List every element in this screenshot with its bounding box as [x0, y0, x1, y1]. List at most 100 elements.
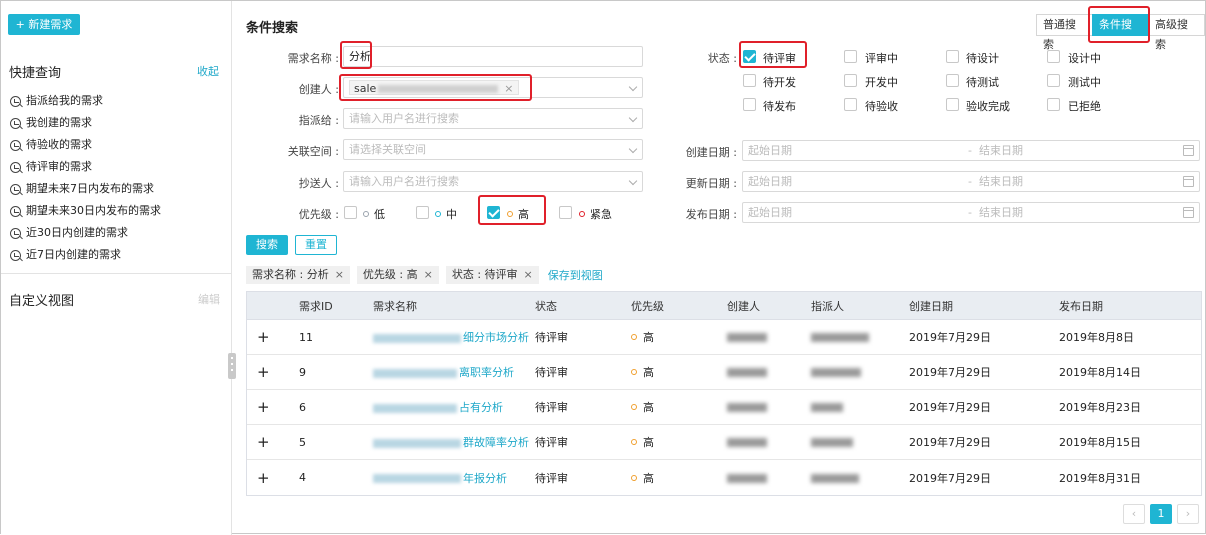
- status-option[interactable]: 设计中: [1068, 50, 1101, 66]
- quick-item[interactable]: 指派给我的需求: [10, 90, 161, 112]
- status-option[interactable]: 评审中: [865, 50, 898, 66]
- release-date-label: 发布日期 :: [685, 208, 737, 221]
- tab-advanced-search[interactable]: 高级搜索: [1148, 14, 1205, 51]
- save-to-view-link[interactable]: 保存到视图: [548, 267, 603, 283]
- status-option[interactable]: 测试中: [1068, 74, 1101, 90]
- prev-page-button[interactable]: ‹: [1123, 504, 1145, 524]
- cc-select[interactable]: 请输入用户名进行搜索: [343, 171, 643, 192]
- close-icon[interactable]: ×: [524, 268, 533, 281]
- table-row[interactable]: + 4 年报分析 待评审 高 2019年7月29日 2019年8月31日: [247, 460, 1201, 495]
- status-checkbox[interactable]: [743, 74, 756, 87]
- expand-icon[interactable]: +: [247, 469, 299, 487]
- search-icon: [10, 117, 21, 129]
- quick-item[interactable]: 近30日内创建的需求: [10, 222, 161, 244]
- requirement-name-link[interactable]: 细分市场分析: [373, 329, 535, 345]
- status-option[interactable]: 待发布: [763, 98, 796, 114]
- space-select[interactable]: 请选择关联空间: [343, 139, 643, 160]
- table-row[interactable]: + 9 离职率分析 待评审 高 2019年7月29日 2019年8月14日: [247, 355, 1201, 390]
- chevron-down-icon: [628, 144, 638, 154]
- status-checkbox[interactable]: [844, 50, 857, 63]
- status-option[interactable]: 待评审: [763, 50, 796, 66]
- search-mode-tabs: 普通搜索 条件搜索 高级搜索: [1036, 14, 1205, 51]
- status-checkbox[interactable]: [946, 50, 959, 63]
- col-header[interactable]: 创建人: [727, 298, 811, 314]
- status-option[interactable]: 开发中: [865, 74, 898, 90]
- calendar-icon[interactable]: [1183, 207, 1194, 218]
- quick-item[interactable]: 待评审的需求: [10, 156, 161, 178]
- tab-condition-search[interactable]: 条件搜索: [1092, 14, 1149, 51]
- release-date-range[interactable]: 起始日期 - 结束日期: [742, 202, 1200, 223]
- name-input[interactable]: 分析: [343, 46, 643, 67]
- quick-item[interactable]: 待验收的需求: [10, 134, 161, 156]
- close-icon[interactable]: ×: [335, 268, 344, 281]
- status-option[interactable]: 已拒绝: [1068, 98, 1101, 114]
- status-option[interactable]: 待验收: [865, 98, 898, 114]
- status-checkbox[interactable]: [946, 98, 959, 111]
- col-header[interactable]: 需求名称: [373, 298, 535, 314]
- chevron-down-icon: [628, 113, 638, 123]
- priority-high-label[interactable]: 高: [507, 206, 529, 222]
- status-checkbox[interactable]: [844, 74, 857, 87]
- assignee-select[interactable]: 请输入用户名进行搜索: [343, 108, 643, 129]
- status-option[interactable]: 验收完成: [966, 98, 1010, 114]
- creator-select[interactable]: sale ×: [343, 77, 643, 98]
- priority-urgent-checkbox[interactable]: [559, 206, 572, 219]
- priority-urgent-label[interactable]: 紧急: [579, 206, 612, 222]
- priority-low-label[interactable]: 低: [363, 206, 385, 222]
- table-row[interactable]: + 6 占有分析 待评审 高 2019年7月29日 2019年8月23日: [247, 390, 1201, 425]
- priority-high-checkbox[interactable]: [487, 206, 500, 219]
- expand-icon[interactable]: +: [247, 328, 299, 346]
- status-option[interactable]: 待开发: [763, 74, 796, 90]
- status-checkbox[interactable]: [1047, 98, 1060, 111]
- requirement-name-link[interactable]: 离职率分析: [373, 364, 535, 380]
- status-checkbox[interactable]: [1047, 74, 1060, 87]
- col-header[interactable]: 状态: [535, 298, 631, 314]
- table-row[interactable]: + 5 群故障率分析 待评审 高 2019年7月29日 2019年8月15日: [247, 425, 1201, 460]
- status-checkbox[interactable]: [743, 98, 756, 111]
- requirement-name-link[interactable]: 群故障率分析: [373, 434, 535, 450]
- table-row[interactable]: + 11 细分市场分析 待评审 高 2019年7月29日 2019年8月8日: [247, 320, 1201, 355]
- calendar-icon[interactable]: [1183, 176, 1194, 187]
- created-date-range[interactable]: 起始日期 - 结束日期: [742, 140, 1200, 161]
- collapse-link[interactable]: 收起: [197, 63, 219, 79]
- search-button[interactable]: 搜索: [246, 235, 288, 255]
- edit-link[interactable]: 编辑: [198, 291, 220, 307]
- assignee-label: 指派给 :: [298, 114, 339, 127]
- quick-item[interactable]: 期望未来7日内发布的需求: [10, 178, 161, 200]
- col-header[interactable]: 创建日期: [909, 298, 1059, 314]
- col-header[interactable]: 发布日期: [1059, 298, 1199, 314]
- quick-item[interactable]: 近7日内创建的需求: [10, 244, 161, 266]
- close-icon[interactable]: ×: [424, 268, 433, 281]
- col-header[interactable]: 指派人: [811, 298, 909, 314]
- status-checkbox[interactable]: [844, 98, 857, 111]
- new-requirement-button[interactable]: + 新建需求: [8, 14, 80, 35]
- col-header[interactable]: 需求ID: [299, 298, 373, 314]
- sidebar-resize-handle[interactable]: [228, 353, 236, 379]
- requirement-name-link[interactable]: 年报分析: [373, 470, 535, 486]
- quick-item[interactable]: 期望未来30日内发布的需求: [10, 200, 161, 222]
- status-checkbox[interactable]: [743, 50, 756, 63]
- quick-item[interactable]: 我创建的需求: [10, 112, 161, 134]
- expand-icon[interactable]: +: [247, 433, 299, 451]
- col-header[interactable]: 优先级: [631, 298, 727, 314]
- updated-date-range[interactable]: 起始日期 - 结束日期: [742, 171, 1200, 192]
- expand-icon[interactable]: +: [247, 363, 299, 381]
- priority-dot-icon: [363, 211, 369, 217]
- status-option[interactable]: 待设计: [966, 50, 999, 66]
- tab-normal-search[interactable]: 普通搜索: [1036, 14, 1093, 51]
- priority-medium-label[interactable]: 中: [435, 206, 457, 222]
- search-icon: [10, 205, 21, 217]
- requirement-name-link[interactable]: 占有分析: [373, 399, 535, 415]
- priority-medium-checkbox[interactable]: [416, 206, 429, 219]
- expand-icon[interactable]: +: [247, 398, 299, 416]
- next-page-button[interactable]: ›: [1177, 504, 1199, 524]
- priority-low-checkbox[interactable]: [344, 206, 357, 219]
- status-label: 状态 :: [707, 52, 737, 65]
- calendar-icon[interactable]: [1183, 145, 1194, 156]
- page-1-button[interactable]: 1: [1150, 504, 1172, 524]
- status-checkbox[interactable]: [946, 74, 959, 87]
- remove-tag-icon[interactable]: ×: [504, 82, 513, 95]
- status-checkbox[interactable]: [1047, 50, 1060, 63]
- reset-button[interactable]: 重置: [295, 235, 337, 255]
- status-option[interactable]: 待测试: [966, 74, 999, 90]
